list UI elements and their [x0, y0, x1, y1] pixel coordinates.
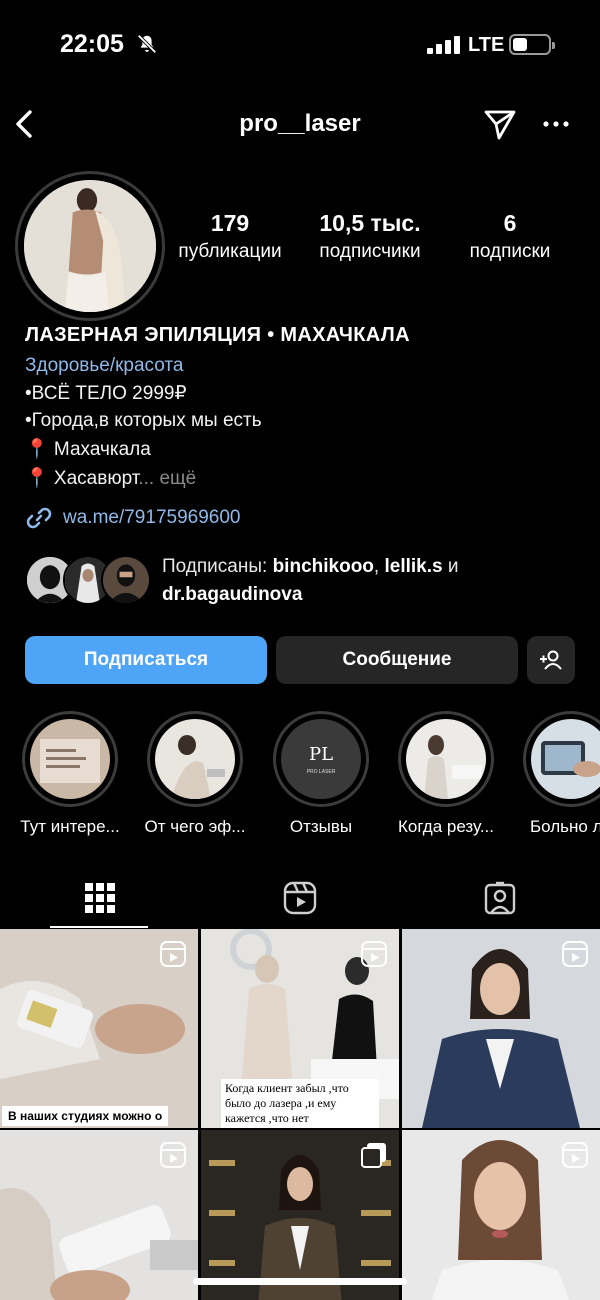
highlight-cover: PL PRO LASER [281, 719, 361, 799]
bio-line: •Города,в которых мы есть [25, 410, 262, 431]
bio-more-link[interactable]: ... ещё [138, 468, 196, 489]
home-indicator[interactable] [193, 1278, 407, 1285]
link-icon [26, 507, 52, 529]
highlight-label: Отзывы [289, 817, 353, 836]
post-caption: Когда клиент забыл ,что было до лазера ,… [221, 1079, 379, 1128]
reels-icon [562, 941, 588, 967]
highlight-label: Когда резу... [398, 817, 494, 836]
bio-line: 📍 Махачкала [25, 439, 151, 460]
stat-following[interactable]: 6 подписки [445, 210, 575, 263]
profile-name: ЛАЗЕРНАЯ ЭПИЛЯЦИЯ • МАХАЧКАЛА [25, 324, 410, 346]
reels-icon [283, 881, 317, 915]
post-thumbnail[interactable] [402, 1130, 600, 1300]
followed-by-text: Подписаны: binchikooo, lellik.s и dr.baga… [162, 553, 562, 609]
highlight-logo-sub: PRO LASER [306, 768, 336, 775]
highlight-item[interactable]: Больно ли [515, 711, 600, 837]
stat-followers-value: 10,5 тыс. [319, 210, 421, 236]
more-icon[interactable] [540, 110, 572, 138]
followed-user: dr.bagaudinova [162, 584, 303, 605]
stat-posts-label: публикации [178, 241, 282, 262]
post-thumbnail[interactable]: В наших студиях можно о [0, 929, 198, 1128]
grid-icon [85, 883, 115, 913]
follow-button[interactable]: Подписаться [25, 636, 267, 684]
tagged-icon [484, 881, 516, 915]
send-icon[interactable] [482, 106, 518, 142]
bell-slash-icon [137, 34, 157, 54]
signal-icon [427, 36, 461, 54]
bio-line: •ВСЁ ТЕЛО 2999₽ [25, 383, 187, 404]
post-caption: В наших студиях можно о [2, 1106, 169, 1126]
followed-avatars [25, 555, 153, 605]
highlight-cover [531, 719, 600, 799]
profile-bio: ЛАЗЕРНАЯ ЭПИЛЯЦИЯ • МАХАЧКАЛА Здоровье/к… [25, 324, 585, 532]
followed-by[interactable]: Подписаны: binchikooo, lellik.s и dr.baga… [25, 553, 585, 609]
highlight-cover [155, 719, 235, 799]
reels-icon [160, 1142, 186, 1168]
profile-category[interactable]: Здоровье/красота [25, 355, 585, 377]
bio-line: 📍 Хасавюрт [25, 468, 139, 489]
followed-user: binchikooo [272, 556, 374, 577]
followed-and: и [442, 556, 459, 577]
followed-by-prefix: Подписаны: [162, 556, 273, 577]
highlight-item[interactable]: Когда резу... [390, 711, 502, 837]
stat-following-label: подписки [469, 241, 551, 262]
message-button[interactable]: Сообщение [276, 636, 518, 684]
highlight-logo: PL [308, 743, 334, 765]
highlight-label: Тут интере... [20, 817, 120, 836]
profile-link[interactable]: wa.me/79175969600 [25, 504, 585, 532]
bio-line-last: 📍 Хасавюрт... ещё [25, 466, 585, 490]
post-thumbnail[interactable] [402, 929, 600, 1128]
profile-link-text: wa.me/79175969600 [63, 507, 241, 528]
avatar-image [24, 180, 156, 312]
post-thumbnail[interactable]: Когда клиент забыл ,что было до лазера ,… [201, 929, 399, 1128]
highlight-cover [406, 719, 486, 799]
profile-tabs [0, 868, 600, 928]
tab-reels[interactable] [200, 868, 400, 928]
followed-user: lellik.s [384, 556, 443, 577]
top-nav: pro__laser [0, 100, 600, 150]
network-label: LTE [468, 34, 505, 56]
reels-icon [562, 1142, 588, 1168]
status-bar: 22:05 LTE [0, 0, 600, 90]
profile-stats: 179 публикации 10,5 тыс. подписчики 6 по… [160, 210, 600, 270]
stat-followers[interactable]: 10,5 тыс. подписчики [305, 210, 435, 263]
suggested-users-button[interactable] [527, 636, 575, 684]
stat-following-value: 6 [503, 210, 517, 236]
posts-grid: В наших студиях можно о Когда клиент заб… [0, 929, 600, 1300]
post-thumbnail[interactable] [0, 1130, 198, 1300]
battery-icon [509, 34, 555, 55]
post-thumbnail[interactable] [201, 1130, 399, 1300]
reels-icon [160, 941, 186, 967]
add-person-icon [540, 650, 562, 670]
avatar [101, 555, 151, 605]
reels-icon [361, 941, 387, 967]
stat-followers-label: подписчики [319, 241, 421, 262]
tab-tagged[interactable] [400, 868, 600, 928]
status-time: 22:05 [60, 30, 124, 58]
stat-posts-value: 179 [210, 210, 250, 236]
story-highlights: Тут интере... От чего эф... PL PRO LASER… [0, 711, 600, 841]
highlight-item[interactable]: Тут интере... [14, 711, 126, 837]
highlight-label: От чего эф... [144, 817, 246, 836]
stat-posts[interactable]: 179 публикации [165, 210, 295, 263]
highlight-item[interactable]: PL PRO LASER Отзывы [265, 711, 377, 837]
highlight-label: Больно ли [530, 817, 600, 836]
followed-separator: , [373, 556, 385, 577]
profile-avatar[interactable] [15, 171, 165, 321]
highlight-cover [30, 719, 110, 799]
carousel-icon [361, 1143, 386, 1168]
tab-grid[interactable] [0, 868, 200, 928]
highlight-item[interactable]: От чего эф... [139, 711, 251, 837]
